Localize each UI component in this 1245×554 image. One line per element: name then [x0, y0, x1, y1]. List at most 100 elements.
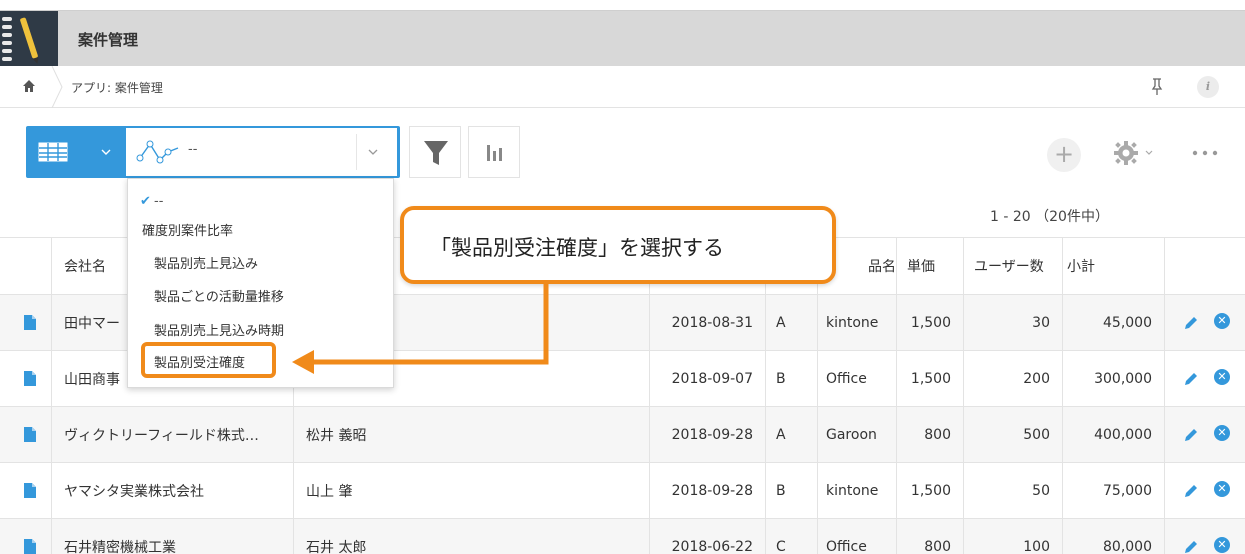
graph-select-value: -- — [188, 142, 198, 157]
cell-date: 2018-08-31 — [650, 295, 766, 350]
table-row[interactable]: 石井精密機械工業 石井 太郎 2018-06-22 C Office 800 100 80,0… — [0, 518, 1245, 554]
delete-icon[interactable]: ✕ — [1214, 537, 1230, 553]
bar-chart-icon — [487, 145, 502, 161]
delete-icon[interactable]: ✕ — [1214, 369, 1230, 385]
filter-button[interactable] — [409, 126, 461, 178]
record-detail-icon[interactable] — [24, 315, 36, 330]
highlight-frame — [141, 342, 276, 378]
table-row[interactable]: ヴィクトリーフィールド株式… 松井 義昭 2018-09-28 A Garoon 800 5… — [0, 406, 1245, 462]
cell-product: kintone — [818, 295, 897, 350]
binder-rings — [0, 11, 12, 67]
pencil-icon[interactable] — [1183, 315, 1199, 331]
cell-date: 2018-09-07 — [650, 351, 766, 406]
dropdown-item-sales-forecast[interactable]: 製品別売上見込み — [128, 250, 393, 280]
notebook-pen-icon[interactable] — [0, 11, 58, 67]
cell-product: Garoon — [818, 407, 897, 462]
delete-icon[interactable]: ✕ — [1214, 481, 1230, 497]
cell-unit-price: 800 — [897, 519, 964, 554]
dropdown-item-label: 確度別案件比率 — [142, 224, 234, 239]
breadcrumb-separator-icon — [51, 66, 63, 108]
dropdown-item-label: 製品別売上見込み時期 — [154, 324, 285, 339]
dropdown-item-label: 製品別売上見込み — [154, 257, 259, 272]
cell-company: ヤマシタ実業株式会社 — [52, 463, 294, 518]
cell-unit-price: 1,500 — [897, 463, 964, 518]
header-icon-col — [0, 238, 52, 294]
dropdown-item-probability-ratio[interactable]: 確度別案件比率 — [128, 217, 393, 247]
header-unit-price[interactable]: 単価 — [897, 238, 964, 294]
cell-date: 2018-09-28 — [650, 463, 766, 518]
add-record-button[interactable]: + — [1047, 138, 1081, 172]
cell-subtotal: 80,000 — [1063, 519, 1165, 554]
record-detail-icon[interactable] — [24, 427, 36, 442]
pagination-info: 1 - 20 （20件中） — [990, 209, 1109, 225]
header-users[interactable]: ユーザー数 — [964, 238, 1063, 294]
graph-selector[interactable]: -- — [126, 128, 397, 176]
dropdown-item-none[interactable]: ✔ -- — [128, 187, 393, 217]
cell-actions — [1165, 351, 1245, 406]
cell-unit-price: 1,500 — [897, 351, 964, 406]
cell-product: kintone — [818, 463, 897, 518]
cell-subtotal: 300,000 — [1063, 351, 1165, 406]
checkmark-icon: ✔ — [140, 194, 151, 209]
info-icon[interactable]: i — [1197, 76, 1219, 98]
pencil-icon[interactable] — [1183, 539, 1199, 554]
delete-icon[interactable]: ✕ — [1214, 313, 1230, 329]
cell-product: Office — [818, 519, 897, 554]
table-view-icon — [38, 142, 68, 162]
header-actions — [1165, 238, 1245, 294]
cell-grade: A — [766, 295, 818, 350]
breadcrumb: アプリ: 案件管理 i — [0, 66, 1245, 108]
cell-person: 石井 太郎 — [294, 519, 650, 554]
cell-subtotal: 45,000 — [1063, 295, 1165, 350]
table-row[interactable]: ヤマシタ実業株式会社 山上 肇 2018-09-28 Bkintone 1,500 50 7… — [0, 462, 1245, 518]
gear-icon[interactable] — [1112, 138, 1162, 168]
cell-company: ヴィクトリーフィールド株式… — [52, 407, 294, 462]
more-options-icon[interactable] — [1190, 148, 1220, 158]
callout-text: 「製品別受注確度」を選択する — [430, 236, 724, 260]
cell-users: 500 — [964, 407, 1063, 462]
cell-date: 2018-09-28 — [650, 407, 766, 462]
cell-grade: C — [766, 519, 818, 554]
cell-person: 松井 義昭 — [294, 407, 650, 462]
dropdown-item-label: -- — [154, 194, 164, 209]
cell-person: 山上 肇 — [294, 463, 650, 518]
line-graph-icon — [136, 140, 179, 164]
cell-grade: B — [766, 463, 818, 518]
app-header: 案件管理 — [0, 10, 1245, 67]
cell-company: 石井精密機械工業 — [52, 519, 294, 554]
record-detail-icon[interactable] — [24, 539, 36, 554]
header-subtotal[interactable]: 小計 — [1063, 238, 1165, 294]
cell-actions — [1165, 519, 1245, 554]
pen-shape — [19, 17, 39, 59]
cell-unit-price: 1,500 — [897, 295, 964, 350]
pin-icon[interactable] — [1150, 78, 1164, 96]
cell-subtotal: 75,000 — [1063, 463, 1165, 518]
filter-icon — [424, 141, 448, 165]
app-title[interactable]: 案件管理 — [78, 29, 138, 50]
chevron-down-icon — [101, 149, 111, 155]
record-detail-icon[interactable] — [24, 371, 36, 386]
cell-unit-price: 800 — [897, 407, 964, 462]
cell-product: Office — [818, 351, 897, 406]
cell-date: 2018-06-22 — [650, 519, 766, 554]
cell-actions — [1165, 295, 1245, 350]
pencil-icon[interactable] — [1183, 483, 1199, 499]
dropdown-item-activity-trend[interactable]: 製品ごとの活動量推移 — [128, 283, 393, 313]
cell-actions — [1165, 407, 1245, 462]
delete-icon[interactable]: ✕ — [1214, 425, 1230, 441]
cell-users: 100 — [964, 519, 1063, 554]
cell-actions — [1165, 463, 1245, 518]
graph-button[interactable] — [468, 126, 520, 178]
cell-users: 30 — [964, 295, 1063, 350]
cell-users: 200 — [964, 351, 1063, 406]
cell-grade: A — [766, 407, 818, 462]
chevron-down-icon — [368, 149, 378, 155]
home-icon[interactable] — [22, 79, 36, 93]
record-detail-icon[interactable] — [24, 483, 36, 498]
cell-subtotal: 400,000 — [1063, 407, 1165, 462]
dropdown-item-label: 製品ごとの活動量推移 — [154, 290, 284, 305]
cell-grade: B — [766, 351, 818, 406]
pencil-icon[interactable] — [1183, 371, 1199, 387]
pencil-icon[interactable] — [1183, 427, 1199, 443]
breadcrumb-app-link[interactable]: アプリ: 案件管理 — [71, 79, 163, 96]
